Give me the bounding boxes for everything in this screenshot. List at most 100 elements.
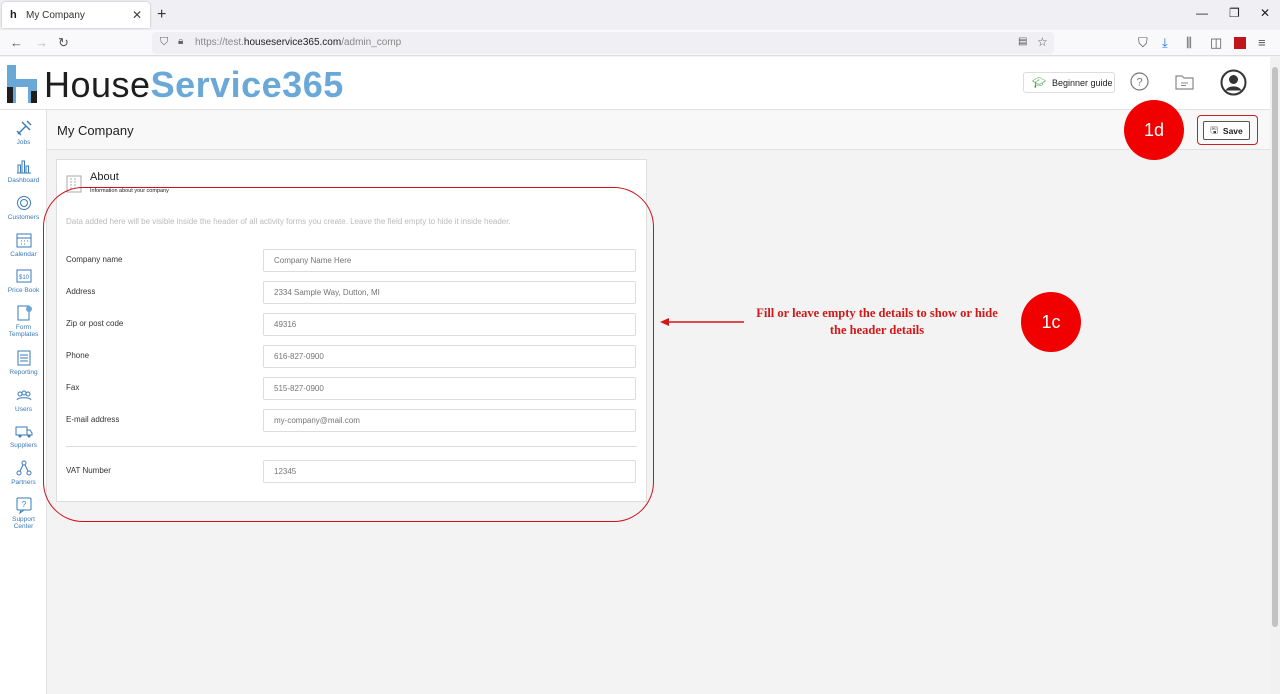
card-note: Data added here will be visible inside t… [66, 217, 511, 226]
lock-icon[interactable]: 🔒︎ [178, 36, 183, 47]
sidebar-item-dashboard[interactable]: Dashboard [0, 157, 47, 184]
tools-icon [16, 120, 31, 136]
svg-text:$10: $10 [18, 275, 29, 281]
back-icon[interactable]: ← [10, 35, 23, 50]
address-bar[interactable]: ⛉ 🔒︎ https://test.houseservice365.com/ad… [152, 32, 1054, 54]
page-header: My Company 🖫︎ Save [47, 110, 1270, 150]
sidebar-item-label: Customers [7, 214, 40, 221]
sidebar-item-suppliers[interactable]: Suppliers [0, 422, 47, 449]
sidebar-item-users[interactable]: Users [0, 386, 47, 413]
beginner-guide-button[interactable]: 🎓︎ Beginner guide [1023, 72, 1115, 93]
truck-icon [15, 426, 32, 438]
support-icon: ? [16, 497, 31, 514]
url-text: https://test.houseservice365.com/admin_c… [195, 37, 402, 48]
sidebar-item-label: Form [15, 324, 32, 331]
fax-label: Fax [66, 383, 80, 392]
email-label: E-mail address [66, 415, 120, 424]
sidebar-item-jobs[interactable]: Jobs [0, 119, 47, 146]
sidebar-item-label: Jobs [16, 139, 31, 146]
shield-icon[interactable]: ⛉ [160, 36, 168, 49]
zip-label: Zip or post code [66, 319, 124, 328]
email-input[interactable] [263, 409, 636, 432]
sidebar-item-form-templates[interactable]: Form Templates [0, 304, 47, 338]
price-book-icon: $10 [16, 269, 31, 283]
sidebar-item-label: Center [13, 523, 34, 530]
sidebar-item-calendar[interactable]: Calendar [0, 231, 47, 258]
fax-row: Fax [66, 377, 637, 400]
sidebar-item-label: Calendar [10, 251, 37, 258]
form-templates-icon [17, 305, 32, 321]
sidebar-toggle-icon[interactable]: ◫ [1210, 35, 1222, 51]
save-button[interactable]: 🖫︎ Save [1203, 121, 1250, 140]
tab-title: My Company [26, 9, 85, 21]
zip-input[interactable] [263, 313, 636, 336]
company-name-label: Company name [66, 255, 123, 264]
user-avatar-icon[interactable] [1220, 69, 1247, 96]
vat-label: VAT Number [66, 466, 111, 475]
extension-icon[interactable] [1234, 37, 1246, 49]
company-name-row: Company name [66, 249, 637, 272]
save-button-label: Save [1222, 125, 1243, 136]
vat-row: VAT Number [66, 460, 637, 483]
divider [66, 446, 637, 447]
fax-input[interactable] [263, 377, 636, 400]
svg-text:?: ? [1136, 77, 1142, 89]
restore-icon[interactable]: ❐ [1229, 6, 1240, 20]
pocket-icon[interactable]: ⛉ [1138, 35, 1148, 51]
sidebar-item-label: Templates [8, 331, 39, 338]
card-subtitle: Information about your company [90, 188, 169, 194]
phone-label: Phone [66, 351, 90, 360]
step-badge-form: 1c [1021, 292, 1081, 352]
phone-input[interactable] [263, 345, 636, 368]
downloads-icon[interactable]: ⤓ [1162, 35, 1168, 51]
callout-text: Fill or leave empty the details to show … [756, 306, 998, 337]
page-title: My Company [57, 123, 134, 138]
sidebar-item-partners[interactable]: Partners [0, 459, 47, 486]
library-icon[interactable]: ⫼ [1186, 35, 1192, 51]
partners-icon [16, 460, 31, 476]
sidebar-item-label: Reporting [9, 369, 38, 376]
sidebar-item-label: Users [15, 406, 32, 413]
browser-tab[interactable]: h My Company ✕ [2, 2, 150, 28]
users-icon [16, 390, 31, 401]
sidebar-item-label: Partners [11, 479, 36, 486]
sidebar-item-price-book[interactable]: $10 Price Book [0, 267, 47, 294]
address-label: Address [66, 287, 96, 296]
help-icon[interactable]: ? [1130, 72, 1149, 91]
address-input[interactable] [263, 281, 636, 304]
floppy-disk-icon: 🖫︎ [1210, 124, 1218, 135]
card-title: About [90, 171, 119, 183]
forward-icon[interactable]: → [35, 35, 48, 50]
bookmark-star-icon[interactable]: ☆ [1037, 35, 1048, 49]
beginner-guide-label: Beginner guide [1051, 77, 1113, 88]
menu-icon[interactable]: ≡ [1258, 35, 1266, 50]
new-tab-icon[interactable]: + [157, 6, 166, 24]
app-logo[interactable]: HouseService365 [44, 65, 344, 105]
minimize-icon[interactable]: — [1196, 6, 1208, 20]
page-scrollbar[interactable] [1270, 57, 1280, 694]
company-name-input[interactable] [263, 249, 636, 272]
folder-icon[interactable] [1175, 75, 1194, 90]
reader-view-icon[interactable]: ▤ [1018, 36, 1027, 47]
sidebar-item-label: Price Book [7, 287, 40, 294]
vat-input[interactable] [263, 460, 636, 483]
calendar-icon [16, 233, 31, 248]
address-row: Address [66, 281, 637, 304]
close-tab-icon[interactable]: ✕ [132, 8, 142, 22]
sidebar-item-customers[interactable]: Customers [0, 194, 47, 221]
sidebar: Jobs Dashboard Customers Calendar $10 Pr… [0, 110, 47, 694]
sidebar-item-support-center[interactable]: ? Support Center [0, 496, 47, 530]
close-window-icon[interactable]: ✕ [1260, 6, 1270, 20]
reload-icon[interactable]: ↻ [58, 35, 69, 51]
zip-row: Zip or post code [66, 313, 637, 336]
site-favicon-icon: h [10, 9, 17, 21]
about-card: About Information about your company Dat… [56, 159, 647, 502]
sidebar-item-label: Suppliers [9, 442, 38, 449]
sidebar-item-label: Support [12, 516, 35, 523]
sidebar-item-reporting[interactable]: Reporting [0, 349, 47, 376]
browser-tab-bar: h My Company ✕ + — ❐ ✕ [0, 0, 1280, 30]
browser-nav-bar: ← → ↻ ⛉ 🔒︎ https://test.houseservice365.… [0, 30, 1280, 56]
sidebar-item-label: Dashboard [7, 177, 40, 184]
scrollbar-thumb[interactable] [1272, 67, 1278, 627]
graduation-cap-icon: 🎓︎ [1032, 77, 1046, 89]
